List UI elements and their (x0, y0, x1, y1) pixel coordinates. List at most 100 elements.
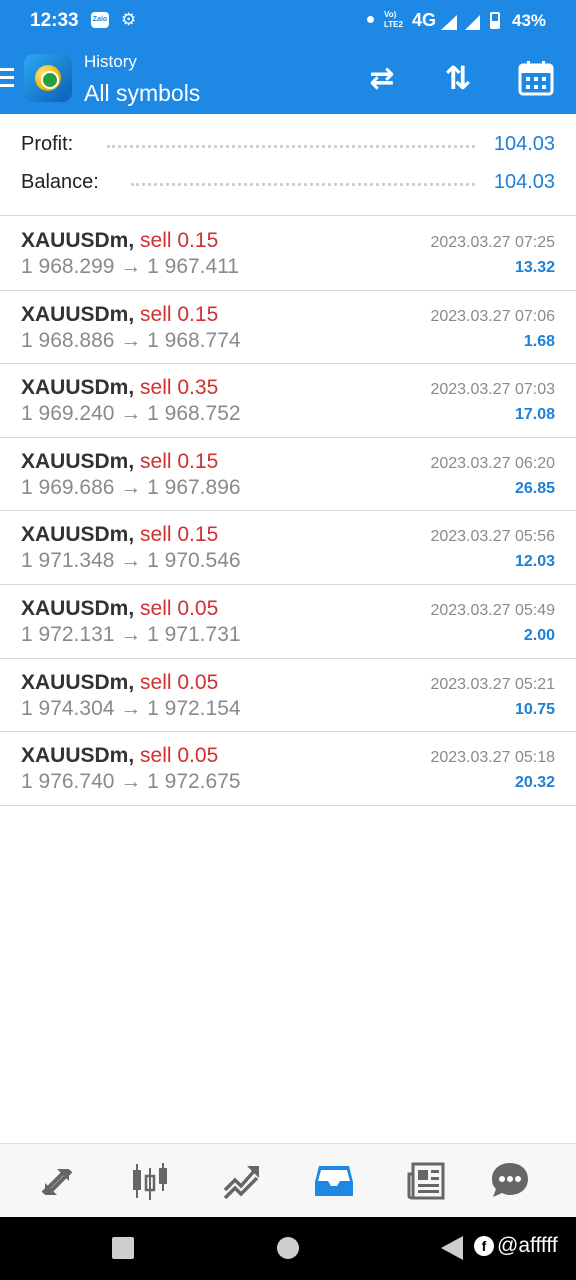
trade-row[interactable]: XAUUSDm, sell 0.15 1 968.886 → 1 968.774 2… (0, 291, 576, 365)
chart-candles-icon (133, 1163, 167, 1200)
battery-percent: 43% (512, 11, 547, 30)
trade-side: sell 0.15 (140, 229, 219, 252)
close-price: 1 967.896 (147, 475, 241, 499)
trade-time: 2023.03.27 05:49 (430, 601, 555, 619)
trade-prices: 1 969.240 → 1 968.752 (21, 402, 241, 426)
trade-prices: 1 972.131 → 1 971.731 (21, 623, 241, 647)
sort-button[interactable]: ⇅ (436, 58, 480, 98)
symbol-name: XAUUSDm, (21, 376, 135, 400)
bottom-navigation (0, 1143, 576, 1217)
back-button[interactable] (441, 1236, 463, 1260)
recents-button[interactable] (112, 1237, 134, 1259)
facebook-icon: f (474, 1236, 494, 1256)
trade-time: 2023.03.27 07:06 (430, 307, 555, 325)
settings-notification-icon: ⚙ (121, 10, 137, 29)
open-price: 1 974.304 (21, 696, 115, 720)
signal-icon-sim2 (465, 15, 480, 30)
arrow-right-icon: → (120, 328, 142, 352)
trade-time: 2023.03.27 05:18 (430, 749, 555, 767)
symbol-name: XAUUSDm, (21, 229, 135, 252)
trade-symbol: XAUUSDm, sell 0.15 (21, 303, 218, 327)
signal-icon-sim1 (441, 15, 457, 30)
close-price: 1 968.752 (147, 402, 241, 426)
trade-row[interactable]: XAUUSDm, sell 0.05 1 976.740 → 1 972.675 2… (0, 732, 576, 806)
balance-label: Balance: (21, 171, 99, 193)
trade-time: 2023.03.27 05:21 (430, 675, 555, 693)
trade-side: sell 0.35 (140, 376, 219, 400)
watermark: f @afffff (474, 1234, 558, 1258)
trade-side: sell 0.15 (140, 449, 219, 473)
trade-prices: 1 976.740 → 1 972.675 (21, 770, 241, 794)
trade-profit: 2.00 (523, 626, 555, 644)
trade-time: 2023.03.27 05:56 (430, 528, 555, 546)
open-price: 1 968.886 (21, 328, 115, 352)
notification-dot-icon (367, 16, 374, 23)
trade-icon (223, 1166, 259, 1200)
close-price: 1 970.546 (147, 549, 241, 573)
nav-chat[interactable] (486, 1158, 534, 1204)
close-price: 1 967.411 (147, 255, 239, 278)
trade-row[interactable]: XAUUSDm, sell 0.35 1 969.240 → 1 968.752 2… (0, 364, 576, 438)
nav-chart[interactable] (126, 1158, 174, 1204)
home-button[interactable] (277, 1237, 299, 1259)
balance-row: Balance: 104.03 (21, 168, 555, 198)
trade-time: 2023.03.27 06:20 (430, 454, 555, 472)
trade-profit: 10.75 (514, 700, 555, 718)
nav-quotes[interactable] (33, 1158, 81, 1204)
trade-row[interactable]: XAUUSDm, sell 0.05 1 972.131 → 1 971.731 2… (0, 585, 576, 659)
trade-row[interactable]: XAUUSDm, sell 0.15 1 971.348 → 1 970.546 2… (0, 511, 576, 585)
trade-profit: 1.68 (523, 332, 555, 350)
news-icon (407, 1162, 445, 1200)
nav-news[interactable] (402, 1158, 450, 1204)
profit-value: 104.03 (493, 133, 555, 155)
trade-symbol: XAUUSDm, sell 0.05 (21, 671, 218, 695)
trade-history-list: XAUUSDm, sell 0.15 1 968.299 → 1 967.411 2… (0, 217, 576, 806)
menu-icon[interactable] (0, 68, 14, 90)
arrow-right-icon: → (120, 255, 142, 278)
trade-profit: 20.32 (514, 774, 555, 792)
open-price: 1 969.686 (21, 475, 115, 499)
trade-time: 2023.03.27 07:25 (430, 234, 555, 251)
system-navigation-bar: f @afffff (0, 1217, 576, 1280)
open-price: 1 971.348 (21, 549, 115, 573)
account-summary: Profit: 104.03 Balance: 104.03 (0, 114, 576, 216)
trade-symbol: XAUUSDm, sell 0.15 (21, 229, 218, 253)
open-price: 1 968.299 (21, 255, 115, 278)
trade-prices: 1 974.304 → 1 972.154 (21, 697, 241, 721)
trade-time: 2023.03.27 07:03 (430, 381, 555, 399)
symbol-name: XAUUSDm, (21, 523, 135, 547)
trade-profit: 17.08 (514, 406, 555, 424)
nav-history[interactable] (310, 1158, 358, 1204)
leader-dots (107, 145, 475, 148)
leader-dots (131, 183, 475, 186)
trade-side: sell 0.15 (140, 523, 219, 547)
trade-symbol: XAUUSDm, sell 0.05 (21, 597, 218, 621)
calendar-button[interactable] (516, 58, 556, 98)
network-type: 4G (412, 10, 437, 30)
status-time: 12:33 (30, 10, 79, 31)
trade-side: sell 0.05 (140, 670, 219, 694)
trade-symbol: XAUUSDm, sell 0.35 (21, 376, 218, 400)
trade-side: sell 0.05 (140, 596, 219, 620)
deposit-withdraw-button[interactable]: ⇄ (360, 58, 404, 98)
symbol-name: XAUUSDm, (21, 302, 135, 326)
trade-prices: 1 968.299 → 1 967.411 (21, 255, 239, 279)
page-title[interactable]: All symbols (84, 80, 200, 107)
symbol-name: XAUUSDm, (21, 744, 135, 768)
close-price: 1 972.675 (147, 770, 241, 794)
page-subtitle: History (84, 52, 137, 71)
calendar-icon (518, 61, 554, 96)
volte-indicator: Vo) LTE2 (384, 10, 403, 29)
trade-row[interactable]: XAUUSDm, sell 0.15 1 969.686 → 1 967.896 2… (0, 438, 576, 512)
profit-row: Profit: 104.03 (21, 130, 555, 160)
symbol-name: XAUUSDm, (21, 449, 135, 473)
trade-row[interactable]: XAUUSDm, sell 0.15 1 968.299 → 1 967.411 2… (0, 217, 576, 291)
app-logo (24, 54, 72, 102)
nav-trade[interactable] (218, 1158, 266, 1204)
trade-row[interactable]: XAUUSDm, sell 0.05 1 974.304 → 1 972.154 2… (0, 659, 576, 733)
trade-prices: 1 968.886 → 1 968.774 (21, 329, 241, 353)
trade-side: sell 0.15 (140, 302, 219, 326)
arrow-right-icon: → (120, 696, 142, 720)
arrow-right-icon: → (120, 770, 142, 794)
trade-prices: 1 969.686 → 1 967.896 (21, 476, 241, 500)
